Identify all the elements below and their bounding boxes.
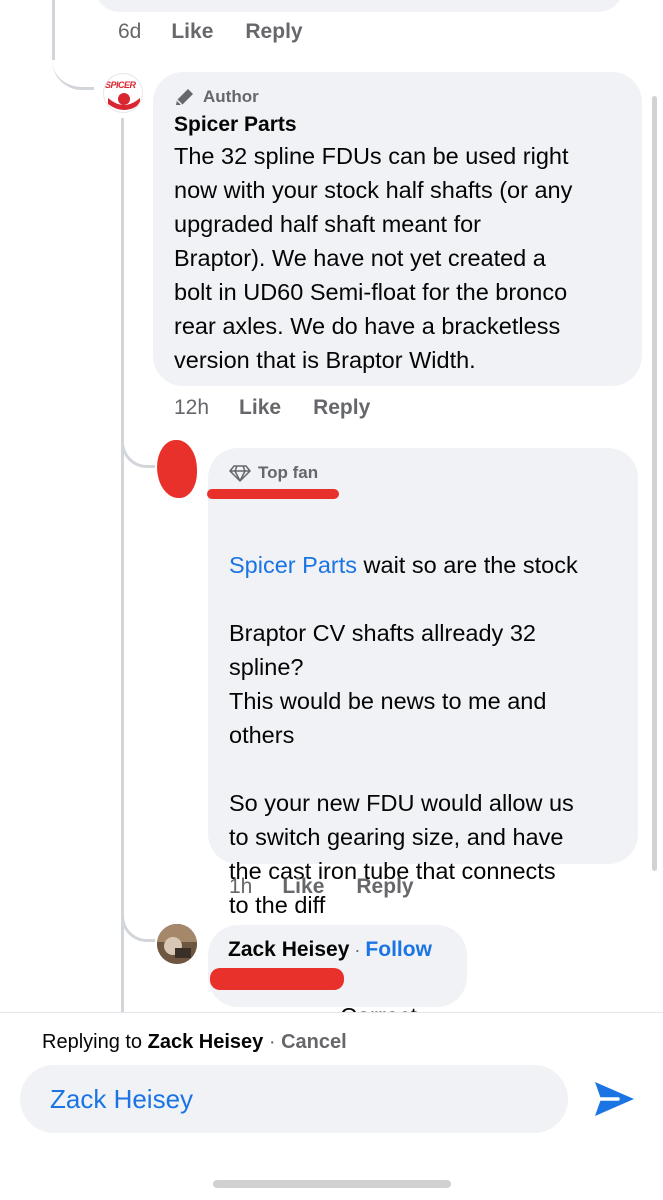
reply-button[interactable]: Reply <box>313 396 370 420</box>
comment-timestamp: 12h <box>174 396 210 419</box>
pencil-icon <box>176 89 193 106</box>
profile-photo <box>157 924 197 964</box>
send-icon[interactable] <box>592 1079 636 1119</box>
redacted-avatar <box>157 440 197 498</box>
author-comment-actions: 12h Like Reply <box>174 396 402 420</box>
comment-input[interactable]: Zack Heisey <box>20 1065 568 1133</box>
like-button[interactable]: Like <box>171 20 213 44</box>
comment-input-value: Zack Heisey <box>50 1083 194 1114</box>
fan-comment-first-line: wait so are the stock <box>357 552 578 578</box>
author-comment-bubble: Author Spicer Parts The 32 spline FDUs c… <box>153 72 642 386</box>
zack-avatar[interactable] <box>157 924 197 964</box>
scrollbar[interactable] <box>652 96 657 871</box>
follow-button[interactable]: Follow <box>365 938 432 962</box>
zack-comment-bubble: Zack Heisey · Follow Correct <box>208 925 467 1029</box>
redacted-name <box>207 489 339 499</box>
top-fan-badge: Top fan <box>229 463 318 483</box>
mention-link[interactable]: Spicer Parts <box>229 552 357 578</box>
author-comment-text: The 32 spline FDUs can be used right now… <box>174 143 573 373</box>
like-button[interactable]: Like <box>282 875 324 899</box>
author-badge: Author <box>174 87 259 107</box>
author-name[interactable]: Spicer Parts <box>174 113 297 137</box>
replying-name: Zack Heisey <box>147 1031 264 1053</box>
thread-connector-fan <box>121 420 155 468</box>
comment-timestamp: 6d <box>118 20 142 43</box>
author-badge-label: Author <box>203 87 259 106</box>
thread-connector-zack <box>121 900 155 942</box>
replying-to-label: Replying to Zack Heisey · Cancel <box>42 1031 347 1054</box>
diamond-icon <box>229 465 251 482</box>
like-button[interactable]: Like <box>239 396 281 420</box>
thread-line-author <box>121 118 124 1018</box>
previous-comment-bubble <box>94 0 624 12</box>
separator: · <box>268 1031 276 1053</box>
zack-header: Zack Heisey · Follow <box>228 938 432 962</box>
replying-prefix: Replying to <box>42 1031 143 1053</box>
cancel-button[interactable]: Cancel <box>281 1031 347 1053</box>
fan-comment-actions: 1h Like Reply <box>229 875 446 899</box>
reply-button[interactable]: Reply <box>245 20 302 44</box>
top-fan-badge-label: Top fan <box>258 463 319 482</box>
author-avatar-text: SPICER <box>105 80 136 90</box>
author-avatar[interactable]: SPICER <box>103 73 143 113</box>
home-indicator <box>213 1180 451 1188</box>
reply-button[interactable]: Reply <box>356 875 413 899</box>
comment-timestamp: 1h <box>229 875 253 898</box>
previous-comment-actions: 6d Like Reply <box>118 20 335 44</box>
separator: · <box>354 939 361 960</box>
fan-comment-bubble: Top fan Spicer Parts wait so are the sto… <box>208 448 638 918</box>
thread-connector-author <box>52 40 94 90</box>
zack-name[interactable]: Zack Heisey <box>228 938 349 962</box>
redacted-text <box>210 968 344 990</box>
reply-composer: Replying to Zack Heisey · Cancel Zack He… <box>0 1012 663 1200</box>
